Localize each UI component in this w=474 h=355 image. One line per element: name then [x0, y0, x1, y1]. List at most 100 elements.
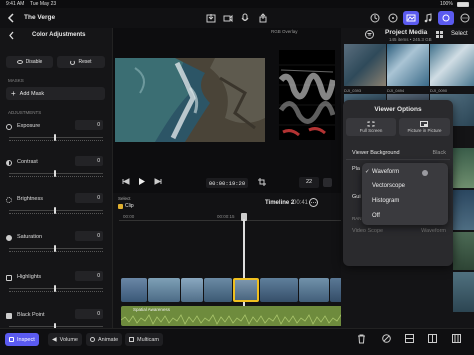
play-icon[interactable]	[138, 177, 146, 186]
video-clip[interactable]	[299, 278, 329, 302]
highlights-slider[interactable]	[9, 288, 103, 289]
zoom-field[interactable]: 22	[299, 177, 319, 188]
saturation-slider[interactable]	[9, 248, 103, 249]
black-point-value-field[interactable]: 0	[75, 309, 103, 319]
back-icon[interactable]	[8, 31, 15, 40]
timecode-display[interactable]: 00:00:19:20	[206, 178, 248, 188]
contrast-slider-handle[interactable]	[54, 170, 56, 177]
highlights-value-field[interactable]: 0	[75, 271, 103, 281]
back-chevron-icon[interactable]	[4, 11, 18, 25]
video-clip-selected[interactable]	[233, 278, 259, 302]
exposure-slider-handle[interactable]	[54, 134, 56, 141]
inspector-icon[interactable]	[438, 11, 454, 25]
media-thumbnail[interactable]	[387, 44, 429, 86]
video-scope-label: Video Scope	[352, 228, 384, 234]
popover-title: Viewer Options	[374, 106, 422, 113]
animate-button[interactable]: Animate	[86, 333, 123, 346]
highlights-slider-handle[interactable]	[54, 285, 56, 292]
picture-in-picture-button[interactable]: Picture in Picture	[399, 118, 450, 136]
volume-button[interactable]: ◀ Volume	[48, 333, 82, 346]
select-button[interactable]: Select	[451, 31, 468, 37]
menu-item-histogram[interactable]: Histogram	[362, 195, 448, 208]
camera-icon[interactable]	[221, 11, 235, 25]
video-clip[interactable]	[148, 278, 180, 302]
exposure-icon	[6, 124, 12, 130]
reset-button[interactable]: Reset	[57, 56, 105, 68]
viewer-background-value: Black	[432, 150, 446, 156]
volume-icon: ◀	[52, 337, 57, 343]
full-screen-button[interactable]: Full Screen	[346, 118, 396, 136]
reset-icon	[70, 59, 76, 65]
media-thumbnail[interactable]	[453, 190, 474, 230]
project-name[interactable]: The Verge	[24, 14, 55, 21]
trash-icon[interactable]	[357, 334, 366, 344]
exposure-slider[interactable]	[9, 137, 103, 138]
video-scope-value: Waveform	[421, 228, 446, 234]
contrast-slider[interactable]	[9, 173, 103, 174]
brightness-slider-handle[interactable]	[54, 207, 56, 214]
brightness-slider[interactable]	[9, 210, 103, 211]
contrast-value-field[interactable]: 0	[75, 156, 103, 166]
playhead[interactable]	[243, 219, 245, 319]
add-mask-label: Add Mask	[19, 90, 45, 97]
import-icon[interactable]	[204, 11, 218, 25]
inspect-icon	[9, 337, 14, 342]
volume-label: Volume	[59, 336, 78, 343]
history-icon[interactable]	[368, 11, 382, 25]
saturation-value-field[interactable]: 0	[75, 231, 103, 241]
audio-clip[interactable]: Spatial Awareness	[121, 306, 357, 326]
music-icon[interactable]	[421, 11, 435, 25]
share-icon[interactable]	[256, 11, 270, 25]
trim-icon[interactable]	[452, 334, 461, 343]
black-point-icon	[6, 313, 12, 319]
media-thumbnail[interactable]	[344, 44, 386, 86]
split-icon[interactable]	[428, 334, 437, 343]
menu-item-off[interactable]: Off	[362, 210, 448, 223]
picture-in-picture-label: Picture in Picture	[407, 128, 442, 133]
disable-button[interactable]: Disable	[6, 56, 53, 68]
video-clip[interactable]	[260, 278, 298, 302]
reset-label: Reset	[78, 59, 92, 65]
menu-item-vectorscope[interactable]: Vectorscope	[362, 180, 448, 193]
viewer-background-row[interactable]: Viewer Background Black	[346, 146, 450, 160]
black-point-slider[interactable]	[9, 326, 103, 327]
toolbar-options-icon[interactable]	[386, 11, 400, 25]
photo-browser-icon[interactable]	[403, 11, 419, 25]
select-label[interactable]: Select	[118, 196, 131, 201]
inspect-label: Inspect	[17, 336, 35, 343]
media-thumbnail[interactable]	[453, 148, 474, 188]
skip-back-icon[interactable]	[122, 178, 130, 185]
highlights-icon	[6, 275, 12, 281]
media-thumbnail[interactable]	[430, 44, 474, 86]
panel-title: Color Adjustments	[32, 32, 86, 38]
add-mask-button[interactable]: + Add Mask	[6, 87, 105, 100]
skip-forward-icon[interactable]	[154, 178, 162, 185]
exposure-value-field[interactable]: 0	[75, 120, 103, 130]
video-preview[interactable]	[115, 58, 265, 142]
detach-icon[interactable]	[405, 334, 414, 343]
filter-icon[interactable]	[365, 30, 374, 39]
timeline-more-icon[interactable]	[309, 198, 318, 207]
brightness-value-field[interactable]: 0	[75, 193, 103, 203]
viewer: RGB Overlay 00:00:19:20 22	[113, 28, 341, 200]
video-clip[interactable]	[121, 278, 147, 302]
crop-icon[interactable]	[258, 178, 266, 186]
media-thumbnail[interactable]	[453, 272, 474, 312]
voiceover-icon[interactable]	[238, 11, 252, 25]
more-icon[interactable]	[458, 11, 472, 25]
adjustment-label: Black Point	[17, 312, 45, 318]
menu-item-waveform[interactable]: ✓ Waveform	[362, 166, 448, 179]
video-scope-row[interactable]: Video Scope Waveform	[346, 224, 450, 238]
media-thumbnail[interactable]	[453, 232, 474, 270]
clip-icon	[118, 203, 123, 209]
clip-selector[interactable]: Clip	[118, 203, 134, 209]
inspector-panel: Color Adjustments Disable Reset MASKS + …	[0, 28, 113, 330]
inspect-button[interactable]: Inspect	[5, 333, 39, 346]
saturation-slider-handle[interactable]	[54, 245, 56, 252]
multicam-button[interactable]: Multicam	[125, 333, 164, 346]
viewer-options-icon[interactable]	[323, 178, 332, 187]
grid-view-icon[interactable]	[435, 30, 444, 39]
video-clip[interactable]	[181, 278, 203, 302]
video-clip[interactable]	[204, 278, 232, 302]
disable-clip-icon[interactable]	[382, 334, 391, 343]
